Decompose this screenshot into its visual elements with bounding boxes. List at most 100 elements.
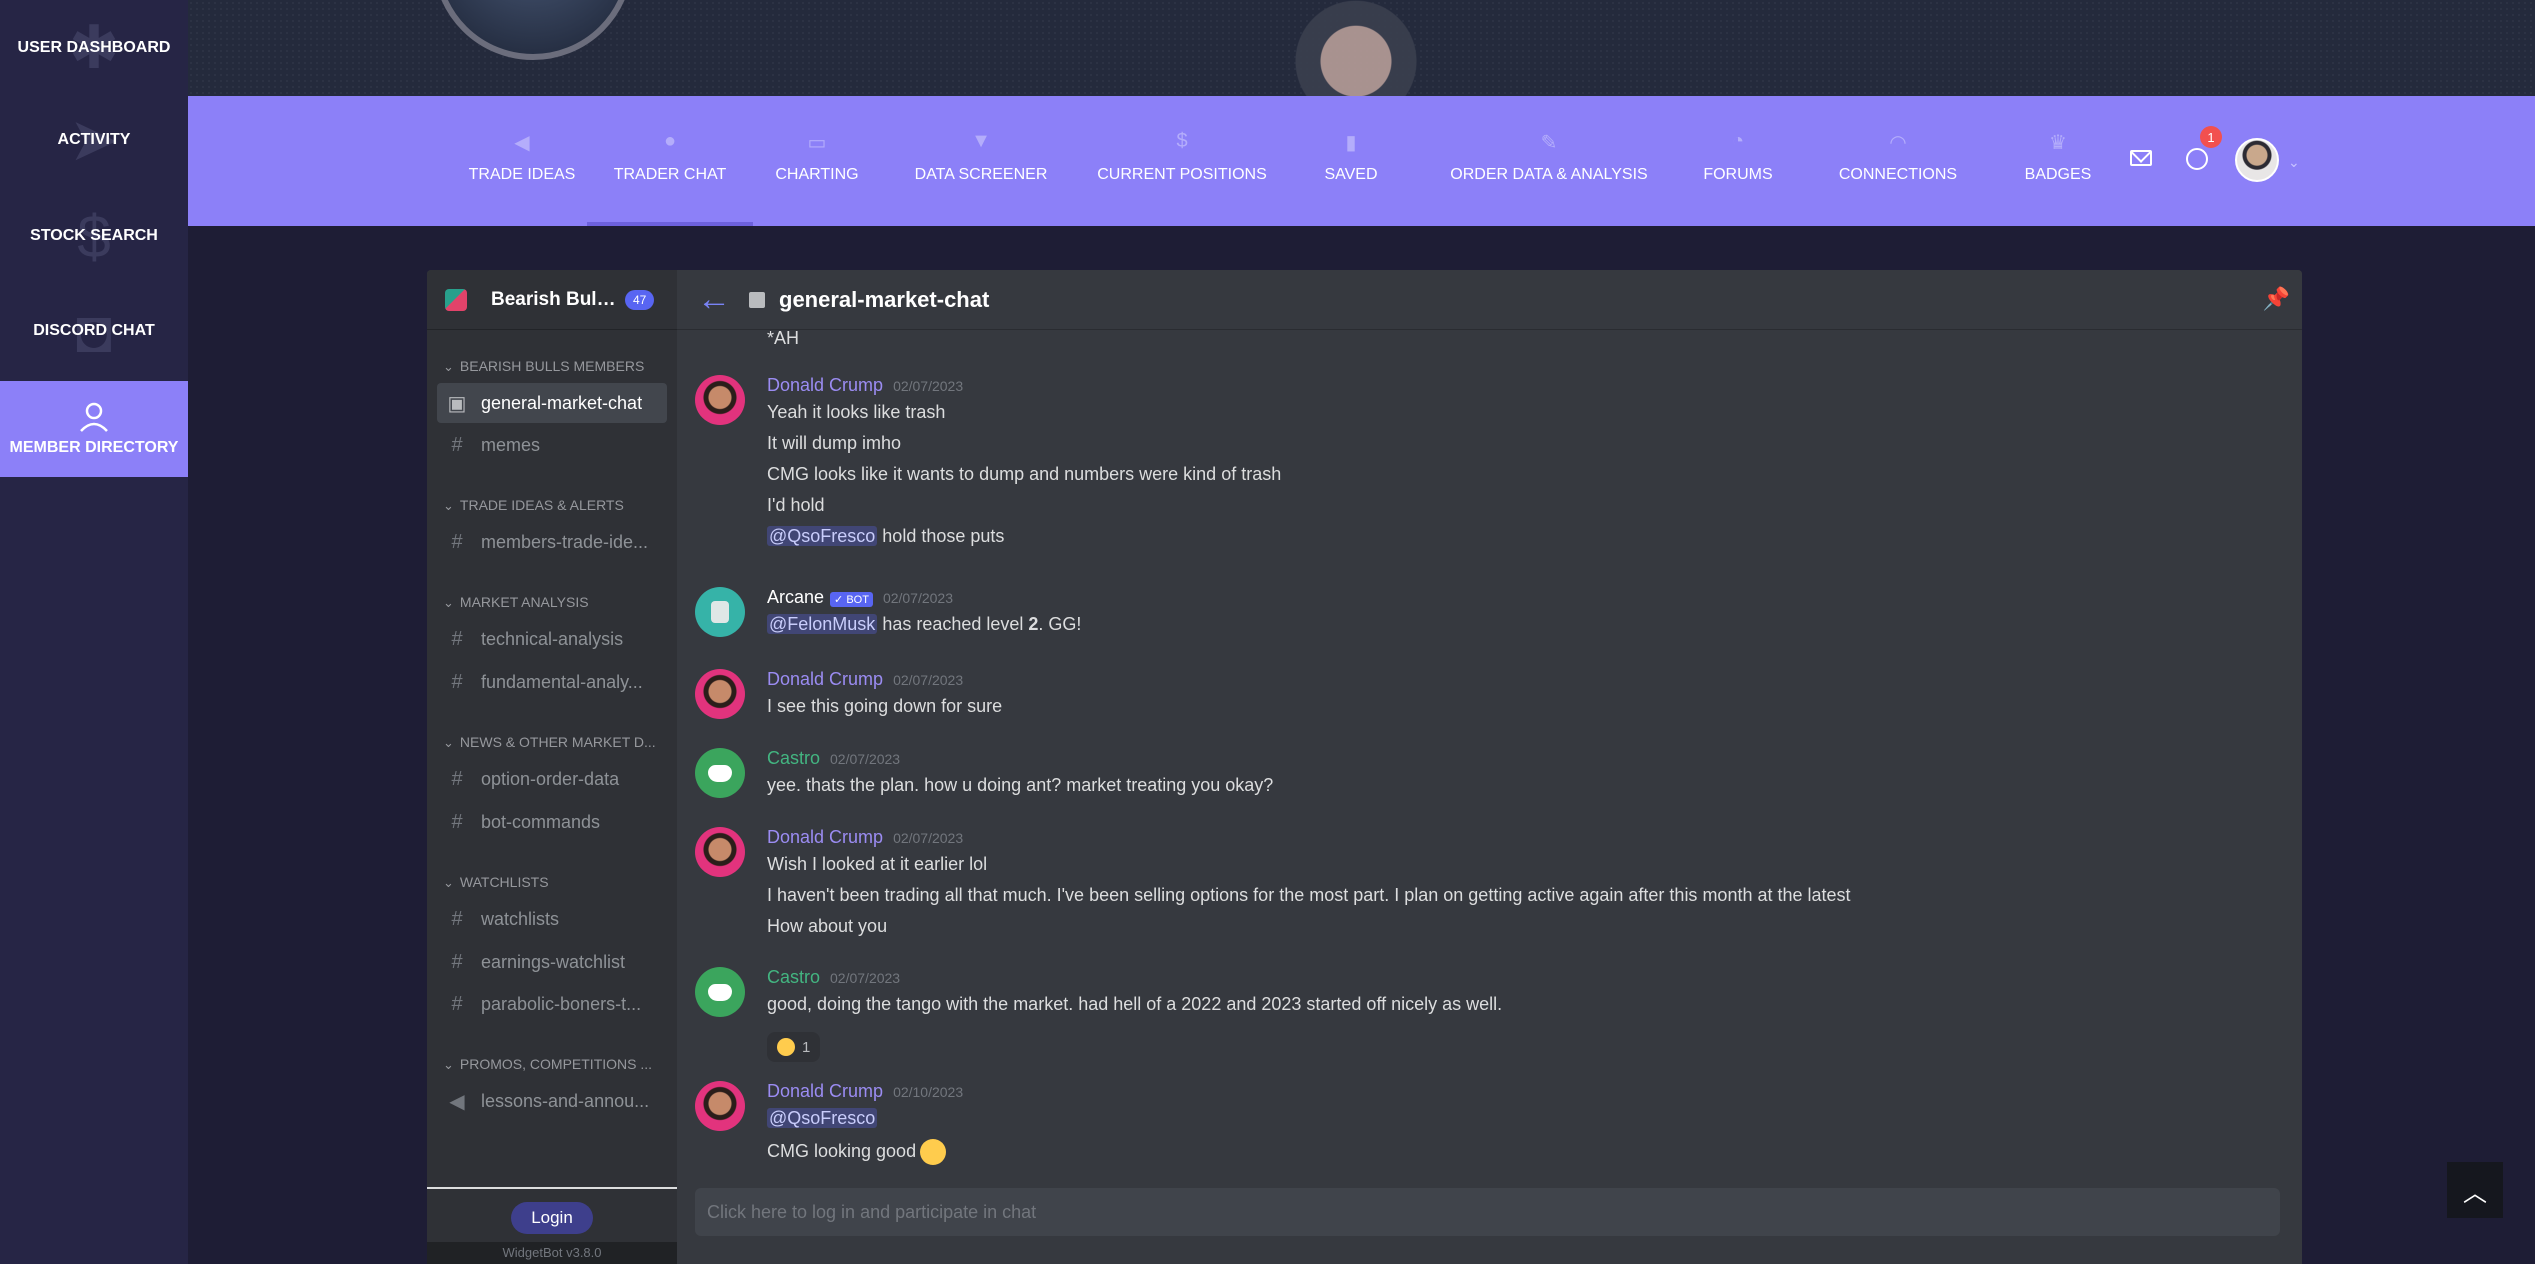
mail-icon[interactable] (2130, 150, 2152, 166)
sidebar-item-member-directory[interactable]: MEMBER DIRECTORY (0, 381, 188, 477)
avatar[interactable] (695, 967, 745, 1017)
message-line: *AH (767, 328, 800, 348)
login-button[interactable]: Login (511, 1202, 593, 1234)
hash-icon: # (451, 950, 463, 973)
nav-label: ORDER DATA & ANALYSIS (1450, 166, 1648, 183)
nav-saved[interactable]: ▮ SAVED (1301, 96, 1401, 226)
category-trade-ideas-alerts[interactable]: TRADE IDEAS & ALERTS (443, 497, 663, 514)
channel-members-trade-ideas[interactable]: # members-trade-ide... (437, 522, 667, 562)
avatar[interactable] (695, 748, 745, 798)
sidebar-item-user-dashboard[interactable]: ✱ USER DASHBOARD (0, 0, 188, 96)
message-timestamp: 02/07/2023 (830, 751, 901, 767)
nav-data-screener[interactable]: ▼ DATA SCREENER (905, 96, 1057, 226)
pin-icon[interactable]: 📌 (2263, 286, 2290, 312)
channel-bot-commands[interactable]: # bot-commands (437, 802, 667, 842)
channel-fundamental-analysis[interactable]: # fundamental-analy... (437, 662, 667, 702)
megaphone-icon: ◀ (449, 1090, 465, 1113)
chat-header: ← general-market-chat 📌 (677, 270, 2302, 330)
nav-label: CHARTING (775, 166, 859, 183)
message-author[interactable]: Donald Crump (767, 827, 883, 848)
message-line: CMG looking good (767, 1139, 947, 1165)
message-author[interactable]: Donald Crump (767, 1081, 883, 1102)
message-line: Yeah it looks like trash (767, 402, 946, 422)
message-author[interactable]: Donald Crump (767, 669, 883, 690)
server-header[interactable]: Bearish Bull... 47 (427, 270, 677, 330)
sidebar-item-activity[interactable]: ➤ ACTIVITY (0, 92, 188, 188)
category-bearish-bulls-members[interactable]: BEARISH BULLS MEMBERS (443, 358, 663, 375)
category-news-market-data[interactable]: NEWS & OTHER MARKET D... (443, 734, 663, 751)
widget-version: WidgetBot v3.8.0 (427, 1242, 677, 1264)
channel-watchlists[interactable]: # watchlists (437, 899, 667, 939)
message-line: I'd hold (767, 495, 825, 515)
channel-earnings-watchlist[interactable]: # earnings-watchlist (437, 942, 667, 982)
globe-icon[interactable] (2186, 148, 2208, 170)
message-line: How about you (767, 916, 888, 936)
filter-icon: ▼ (971, 130, 991, 152)
nav-label: TRADE IDEAS (468, 166, 576, 183)
sidebar-item-label: MEMBER DIRECTORY (9, 439, 179, 456)
category-watchlists[interactable]: WATCHLISTS (443, 874, 663, 891)
avatar[interactable] (695, 1081, 745, 1131)
message-line: good, doing the tango with the market. h… (767, 994, 1503, 1014)
reaction-chip[interactable]: 1 (767, 1032, 821, 1062)
channel-label: option-order-data (481, 768, 620, 789)
message-line: @QsoFresco (767, 1108, 878, 1129)
sidebar-item-stock-search[interactable]: $ STOCK SEARCH (0, 188, 188, 284)
back-arrow-icon[interactable]: ← (697, 280, 731, 319)
avatar[interactable] (695, 827, 745, 877)
slight-smile-emoji-icon (920, 1139, 947, 1165)
message-timestamp: 02/07/2023 (893, 378, 964, 394)
channel-lessons-and-announcements[interactable]: ◀ lessons-and-annou... (437, 1081, 667, 1121)
pencil-icon: ✎ (1540, 132, 1558, 154)
nav-trader-chat[interactable]: ● TRADER CHAT (587, 96, 753, 226)
app-root: ✱ USER DASHBOARD ➤ ACTIVITY $ STOCK SEAR… (0, 0, 2535, 1264)
avatar[interactable] (695, 375, 745, 425)
user-mention[interactable]: @FelonMusk (767, 614, 878, 634)
hash-icon: # (451, 907, 463, 930)
channel-label: earnings-watchlist (481, 951, 626, 972)
channel-technical-analysis[interactable]: # technical-analysis (437, 619, 667, 659)
nav-trade-ideas[interactable]: ◀ TRADE IDEAS (457, 96, 587, 226)
nav-badges[interactable]: ♛ BADGES (2008, 96, 2108, 226)
channel-parabolic-boners[interactable]: # parabolic-boners-t... (437, 984, 667, 1024)
hash-icon: # (451, 670, 463, 693)
user-mention[interactable]: @QsoFresco (767, 1108, 878, 1128)
channel-memes[interactable]: # memes (437, 425, 667, 465)
chevron-down-icon[interactable]: ⌄ (2288, 154, 2300, 171)
nav-label: SAVED (1324, 166, 1378, 183)
hash-icon: # (451, 992, 463, 1015)
hash-icon: # (451, 767, 463, 790)
channel-label: lessons-and-annou... (481, 1090, 650, 1111)
nav-current-positions[interactable]: $ CURRENT POSITIONS (1084, 96, 1280, 226)
user-mention[interactable]: @QsoFresco (767, 526, 878, 546)
avatar[interactable] (695, 587, 745, 637)
channel-label: general-market-chat (481, 392, 643, 413)
chat-input[interactable]: Click here to log in and participate in … (695, 1188, 2280, 1236)
nav-order-data-analysis[interactable]: ✎ ORDER DATA & ANALYSIS (1444, 96, 1654, 226)
message-author[interactable]: Castro (767, 967, 820, 988)
scroll-to-top-button[interactable]: ︿ (2447, 1162, 2503, 1218)
channel-label: bot-commands (481, 811, 601, 832)
nav-forums[interactable]: ◔ FORUMS (1696, 96, 1780, 226)
message-author[interactable]: Donald Crump (767, 375, 883, 396)
message-author[interactable]: Castro (767, 748, 820, 769)
message-line: Wish I looked at it earlier lol (767, 854, 988, 874)
sidebar-item-label: STOCK SEARCH (30, 227, 158, 244)
message-author[interactable]: Arcane (767, 587, 824, 608)
channel-general-market-chat[interactable]: ▣ general-market-chat (437, 383, 667, 423)
message-text: . GG! (1038, 614, 1082, 634)
nav-charting[interactable]: ▭ CHARTING (753, 96, 881, 226)
user-avatar[interactable] (2235, 138, 2279, 182)
category-promos-competitions[interactable]: PROMOS, COMPETITIONS ... (443, 1056, 663, 1073)
sidebar-item-discord-chat[interactable]: ◘ DISCORD CHAT (0, 283, 188, 379)
message-timestamp: 02/07/2023 (893, 830, 964, 846)
dollar-icon: $ (1176, 130, 1188, 152)
message-line: @QsoFresco hold those puts (767, 526, 1004, 547)
message-text: hold those puts (877, 526, 1005, 546)
category-market-analysis[interactable]: MARKET ANALYSIS (443, 594, 663, 611)
channel-option-order-data[interactable]: # option-order-data (437, 759, 667, 799)
nav-connections[interactable]: ◠ CONNECTIONS (1828, 96, 1968, 226)
message-line: I see this going down for sure (767, 696, 1003, 716)
avatar[interactable] (695, 669, 745, 719)
message-timestamp: 02/07/2023 (893, 672, 964, 688)
